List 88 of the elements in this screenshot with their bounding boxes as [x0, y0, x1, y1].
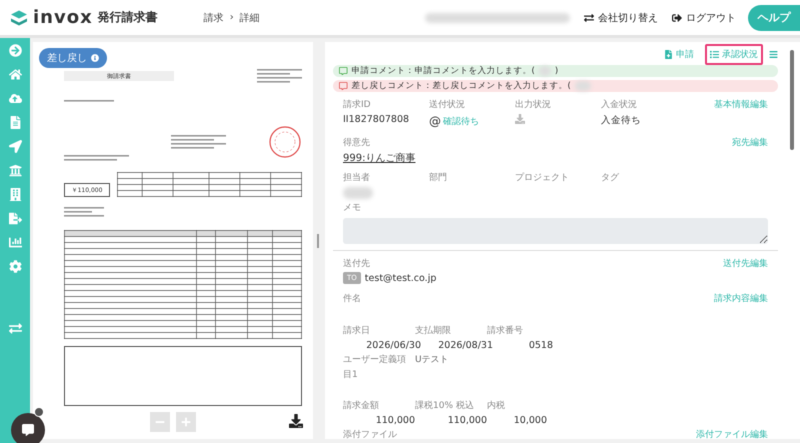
list-icon	[710, 50, 719, 58]
text-lines-drawing	[64, 206, 104, 218]
memo-field[interactable]	[343, 218, 768, 244]
breadcrumb-item[interactable]: 請求	[204, 10, 224, 24]
chat-icon	[22, 424, 34, 436]
field-value: 2026/08/31	[438, 340, 493, 351]
client-link[interactable]: 999:りんご商事	[343, 151, 416, 165]
edit-link[interactable]: 送付先編集	[723, 257, 768, 270]
field-label: 件名	[343, 292, 361, 305]
switch-company-link[interactable]: 会社切り替え	[584, 10, 658, 24]
edit-link[interactable]: 宛先編集	[732, 136, 768, 149]
field-label: タグ	[601, 172, 619, 184]
blurred-text	[343, 187, 373, 199]
send-icon[interactable]	[8, 140, 22, 153]
field-value: 2026/06/30	[366, 340, 421, 351]
field-label: 課税10% 税込	[415, 400, 474, 412]
field-value: 110,000	[376, 415, 415, 426]
status-badge: 差し戻し	[39, 48, 107, 68]
comment-icon	[339, 66, 348, 76]
text-lines-drawing	[257, 68, 302, 84]
bank-icon[interactable]	[8, 164, 22, 177]
apply-link[interactable]: 申請	[659, 44, 699, 64]
field-label: 支払期限	[415, 324, 451, 337]
text-lines-drawing	[171, 134, 226, 150]
field-label: 担当者	[343, 172, 370, 184]
swap-icon	[584, 12, 594, 22]
field-label: メモ	[343, 202, 362, 214]
field-label: プロジェクト	[515, 171, 569, 184]
product-name: 発行請求書	[98, 9, 158, 26]
stamp-icon	[268, 124, 302, 158]
breadcrumb-separator: ›	[230, 12, 234, 23]
logout-link[interactable]: ログアウト	[672, 10, 736, 24]
download-icon[interactable]	[289, 414, 303, 428]
field-label: 請求日	[343, 324, 370, 337]
status-link[interactable]: 確認待ち	[443, 114, 479, 128]
info-icon	[91, 54, 99, 62]
blurred-text	[538, 66, 551, 76]
field-label: 添付ファイル	[343, 428, 397, 441]
comment-text: )	[554, 66, 558, 76]
download-icon	[515, 114, 525, 124]
settings-icon[interactable]	[8, 260, 22, 273]
field-label: 送付先	[343, 258, 370, 270]
field-label: 請求ID	[343, 98, 371, 111]
zoom-in-button[interactable]	[176, 412, 196, 432]
field-value: 0518	[528, 340, 553, 351]
field-label: 部門	[429, 172, 447, 184]
chart-icon[interactable]	[8, 236, 22, 249]
at-sign: @	[429, 114, 441, 128]
email-text: test@test.co.jp	[364, 272, 436, 284]
logo-text: invox	[33, 7, 93, 28]
text-lines-drawing	[64, 154, 129, 162]
field-value: 110,000	[448, 415, 487, 426]
blurred-text	[574, 81, 591, 91]
field-label: 請求金額	[343, 400, 379, 412]
breadcrumb-item: 詳細	[240, 12, 260, 24]
cloud-upload-icon[interactable]	[8, 92, 22, 105]
field-label: ユーザー定義項目1	[343, 354, 407, 382]
edit-link[interactable]: 添付ファイル編集	[696, 428, 768, 441]
field-label: 請求番号	[487, 324, 523, 337]
building-icon[interactable]	[8, 188, 22, 201]
approval-status-link[interactable]: 承認状況	[705, 44, 763, 64]
field-value: II1827807808	[343, 114, 410, 125]
plus-icon	[181, 417, 191, 427]
home-icon[interactable]	[8, 68, 22, 81]
resize-handle[interactable]	[317, 234, 319, 248]
menu-icon[interactable]	[769, 50, 778, 58]
field-value: 10,000	[514, 415, 547, 426]
help-button[interactable]: ヘルプ	[748, 4, 800, 30]
document-icon[interactable]	[8, 116, 22, 129]
file-icon	[664, 50, 673, 58]
logo-icon	[10, 10, 28, 26]
field-label: 入金状況	[601, 98, 637, 111]
edit-link[interactable]: 請求内容編集	[714, 292, 768, 305]
field-value: 入金待ち	[601, 114, 641, 127]
zoom-out-button[interactable]	[150, 412, 170, 432]
logout-icon	[672, 12, 682, 22]
file-export-icon[interactable]	[8, 212, 22, 225]
comment-text: 申請コメント：申請コメントを入力します。(	[352, 65, 535, 77]
comment-icon	[339, 82, 348, 90]
field-value: Uテスト	[415, 354, 450, 367]
field-label: 送付状況	[429, 98, 465, 111]
text-lines-drawing	[64, 99, 114, 103]
field-label: 内税	[487, 400, 505, 412]
field-label: 得意先	[343, 136, 370, 149]
field-label: 出力状況	[515, 98, 551, 111]
edit-link[interactable]: 基本情報編集	[714, 98, 768, 111]
swap-icon[interactable]	[8, 322, 22, 335]
comment-text: 差し戻しコメント：差し戻しコメントを入力します。(	[352, 80, 571, 92]
